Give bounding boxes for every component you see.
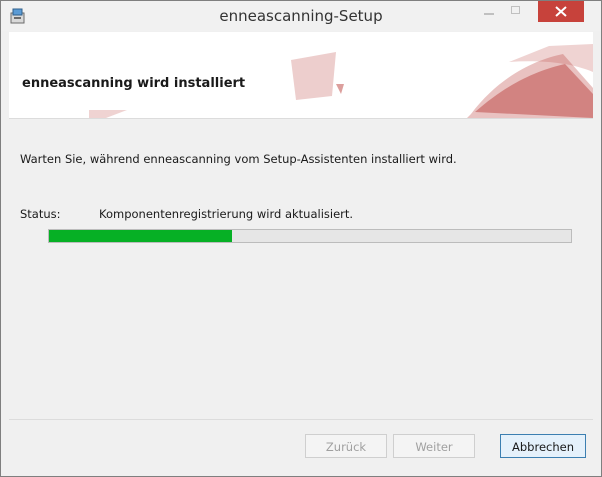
- status-text: Komponentenregistrierung wird aktualisie…: [99, 207, 354, 221]
- close-icon: [555, 6, 567, 17]
- button-bar: Zurück Weiter Abbrechen: [9, 419, 593, 468]
- title-bar[interactable]: enneascanning-Setup: [1, 1, 601, 31]
- page-title: enneascanning wird installiert: [22, 76, 246, 91]
- maximize-icon[interactable]: [503, 1, 531, 22]
- back-button[interactable]: Zurück: [305, 434, 387, 458]
- cancel-button[interactable]: Abbrechen: [500, 434, 586, 458]
- next-button[interactable]: Weiter: [393, 434, 475, 458]
- install-description: Warten Sie, während enneascanning vom Se…: [20, 152, 457, 166]
- header-decoration: [89, 44, 593, 118]
- status-label: Status:: [20, 207, 61, 221]
- close-button[interactable]: [538, 1, 584, 22]
- progress-fill: [49, 230, 232, 242]
- install-progress-bar: [48, 229, 572, 243]
- minimize-icon[interactable]: [475, 1, 503, 22]
- setup-window: enneascanning-Setup enneascanning wird i…: [0, 0, 602, 477]
- header-banner: enneascanning wird installiert: [9, 32, 593, 119]
- content-area: Warten Sie, während enneascanning vom Se…: [9, 119, 593, 419]
